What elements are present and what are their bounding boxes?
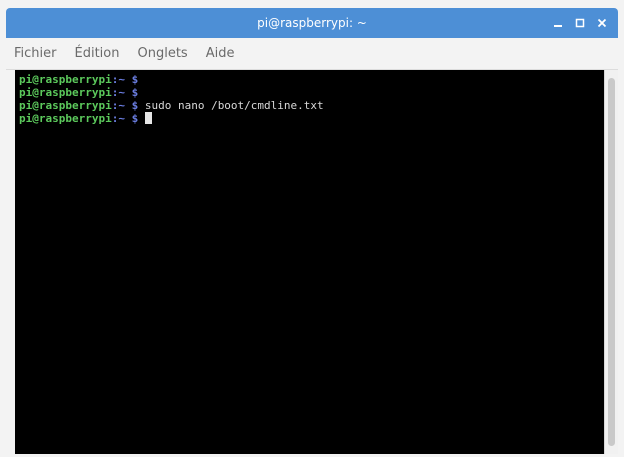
command-text xyxy=(138,112,145,125)
prompt-path: :~ $ xyxy=(111,112,139,125)
menu-edition[interactable]: Édition xyxy=(75,46,120,61)
maximize-icon[interactable] xyxy=(574,17,586,29)
menu-aide[interactable]: Aide xyxy=(206,46,235,61)
terminal-line: pi@raspberrypi:~ $ sudo nano /boot/cmdli… xyxy=(19,99,600,112)
prompt-path: :~ $ xyxy=(111,99,139,112)
window-controls xyxy=(552,8,608,38)
title-bar[interactable]: pi@raspberrypi: ~ xyxy=(6,8,618,38)
window-frame xyxy=(6,70,15,454)
menu-fichier[interactable]: Fichier xyxy=(14,46,57,61)
prompt-user-host: pi@raspberrypi xyxy=(19,112,112,125)
command-text: sudo nano /boot/cmdline.txt xyxy=(138,99,324,112)
prompt-user-host: pi@raspberrypi xyxy=(19,73,112,86)
text-cursor xyxy=(144,112,152,124)
terminal-line: pi@raspberrypi:~ $ xyxy=(19,86,600,99)
prompt-path: :~ $ xyxy=(111,86,139,99)
scrollbar-thumb[interactable] xyxy=(608,78,615,446)
terminal-window: pi@raspberrypi: ~ Fichier Édition Onglet… xyxy=(0,0,624,457)
menu-onglets[interactable]: Onglets xyxy=(137,46,187,61)
menu-bar: Fichier Édition Onglets Aide xyxy=(6,38,618,70)
minimize-icon[interactable] xyxy=(552,17,564,29)
prompt-user-host: pi@raspberrypi xyxy=(19,86,112,99)
prompt-path: :~ $ xyxy=(111,73,139,86)
prompt-user-host: pi@raspberrypi xyxy=(19,99,112,112)
close-icon[interactable] xyxy=(596,17,608,29)
terminal-line: pi@raspberrypi:~ $ xyxy=(19,112,600,125)
window-title: pi@raspberrypi: ~ xyxy=(257,16,367,30)
terminal-output[interactable]: pi@raspberrypi:~ $ pi@raspberrypi:~ $ pi… xyxy=(15,70,604,454)
vertical-scrollbar[interactable] xyxy=(604,70,618,454)
terminal-line: pi@raspberrypi:~ $ xyxy=(19,73,600,86)
